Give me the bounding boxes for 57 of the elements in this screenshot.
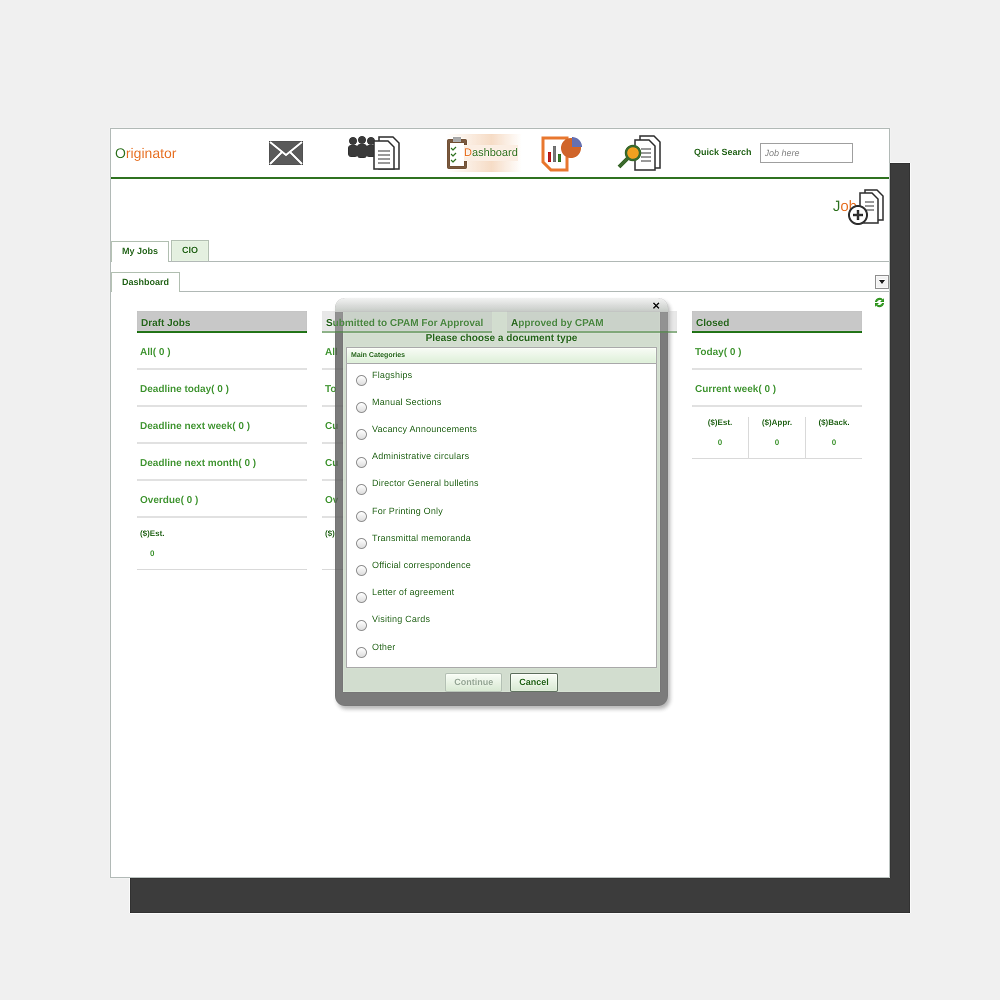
radio-button[interactable] xyxy=(356,402,367,414)
job-count-link[interactable]: Current week( 0 ) xyxy=(692,370,862,407)
dropdown-button[interactable] xyxy=(875,275,889,289)
stat-label: ($)Est. xyxy=(708,417,732,429)
option-label: For Printing Only xyxy=(372,504,443,518)
stat-value: 0 xyxy=(718,437,722,449)
option-label: Official correspondence xyxy=(372,559,471,572)
tab[interactable]: Dashboard xyxy=(111,272,180,292)
stat-value: 0 xyxy=(832,437,836,449)
option-label: Administrative circulars xyxy=(372,450,470,464)
job-count-link[interactable]: All( 0 ) xyxy=(137,333,307,370)
job-count-link[interactable]: Overdue( 0 ) xyxy=(137,481,307,518)
job-count-link[interactable]: Deadline next week( 0 ) xyxy=(137,407,307,444)
option-label: Flagships xyxy=(372,368,412,382)
radio-button[interactable] xyxy=(356,620,367,631)
dialog-title: Please choose a document type xyxy=(426,333,578,344)
column-header: Approved by CPAM xyxy=(511,319,604,329)
radio-button[interactable] xyxy=(356,646,367,658)
radio-button[interactable] xyxy=(356,538,367,550)
tab[interactable]: My Jobs xyxy=(111,241,170,262)
radio-button[interactable] xyxy=(356,510,367,522)
quick-search-field[interactable]: Job here xyxy=(760,143,853,163)
job-count-link[interactable]: Today( 0 ) xyxy=(692,333,862,370)
stat-value: 0 xyxy=(774,437,780,449)
logo: Originator xyxy=(114,144,178,163)
tab[interactable]: CIO xyxy=(171,240,210,260)
close-button[interactable]: × xyxy=(652,298,660,312)
quick-search-label: Quick Search xyxy=(694,146,752,160)
option-label: Director General bulletins xyxy=(372,477,479,490)
dashboard-nav-button[interactable]: Dashboard xyxy=(446,134,522,172)
column-header: Submitted to CPAM For Approval xyxy=(326,319,484,329)
radio-button[interactable] xyxy=(356,429,367,440)
radio-button[interactable] xyxy=(356,592,367,604)
option-label: Other xyxy=(372,640,396,654)
stat-label: ($)Back. xyxy=(818,417,850,429)
radio-button[interactable] xyxy=(356,374,367,386)
job-count-link[interactable]: Deadline next month( 0 ) xyxy=(137,444,307,481)
stat-label: ($) xyxy=(325,528,335,540)
radio-button[interactable] xyxy=(356,565,367,576)
stat-label: ($)Est. xyxy=(140,528,164,540)
caret-icon xyxy=(879,280,885,284)
refresh-icon[interactable] xyxy=(873,296,886,310)
radio-button[interactable] xyxy=(356,456,367,468)
column-header: Draft Jobs xyxy=(141,318,190,329)
job-count-link[interactable]: Deadline today( 0 ) xyxy=(137,370,307,407)
radio-button[interactable] xyxy=(356,484,367,495)
option-label: Manual Sections xyxy=(372,396,442,409)
stat-value: 0 xyxy=(149,548,154,560)
option-label: Transmittal memoranda xyxy=(372,532,471,545)
envelope-icon[interactable] xyxy=(269,141,303,165)
chart-icon[interactable] xyxy=(541,134,583,172)
option-label: Visiting Cards xyxy=(372,613,430,626)
column-header: Closed xyxy=(696,318,730,329)
option-label: Letter of agreement xyxy=(372,586,454,600)
option-label: Vacancy Announcements xyxy=(372,423,478,436)
dialog-button[interactable]: Cancel xyxy=(510,672,558,692)
stat-label: ($)Appr. xyxy=(762,417,792,429)
